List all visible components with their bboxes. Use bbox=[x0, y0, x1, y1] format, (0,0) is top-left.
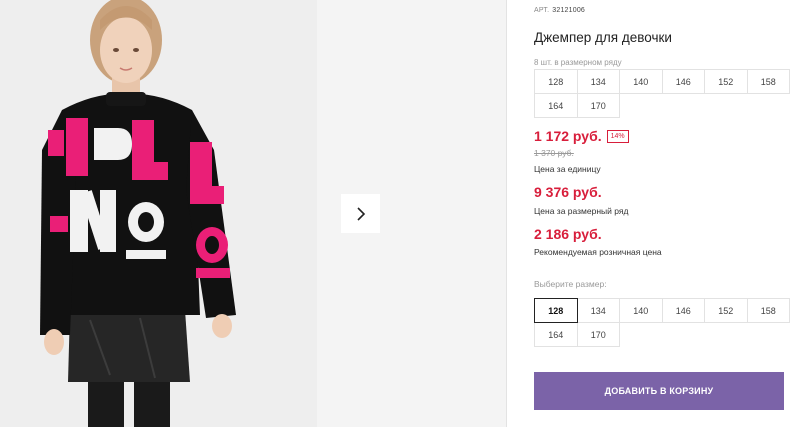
size-option-170[interactable]: 170 bbox=[576, 322, 620, 347]
unit-price-row: 1 172 руб. 14% bbox=[534, 128, 629, 144]
row-price-label: Цена за размерный ряд bbox=[534, 206, 629, 216]
size-range-cell: 146 bbox=[661, 69, 705, 94]
article-label: АРТ. bbox=[534, 7, 550, 14]
size-option-140[interactable]: 140 bbox=[619, 298, 663, 323]
size-range-cell: 128 bbox=[534, 69, 578, 94]
size-range-cell: 164 bbox=[534, 93, 578, 118]
size-selector: 128 134 140 146 152 158 164 170 bbox=[534, 298, 792, 347]
product-title: Джемпер для девочки bbox=[534, 30, 672, 45]
article-value: 32121006 bbox=[552, 7, 586, 14]
article-number: АРТ. 32121006 bbox=[534, 7, 585, 14]
size-range-grid: 128 134 140 146 152 158 164 170 bbox=[534, 69, 792, 118]
size-option-158[interactable]: 158 bbox=[746, 298, 790, 323]
panel-divider bbox=[506, 0, 507, 427]
size-option-146[interactable]: 146 bbox=[661, 298, 705, 323]
size-option-152[interactable]: 152 bbox=[704, 298, 748, 323]
unit-price: 1 172 руб. bbox=[534, 128, 602, 144]
add-to-cart-button[interactable]: ДОБАВИТЬ В КОРЗИНУ bbox=[534, 372, 784, 410]
discount-badge: 14% bbox=[606, 129, 629, 143]
size-option-134[interactable]: 134 bbox=[576, 298, 620, 323]
chevron-right-icon bbox=[356, 206, 365, 221]
pack-hint: 8 шт. в размерном ряду bbox=[534, 58, 622, 67]
size-range-cell: 140 bbox=[619, 69, 663, 94]
size-option-128[interactable]: 128 bbox=[534, 298, 578, 323]
size-range-cell: 158 bbox=[746, 69, 790, 94]
old-price: 1 370 руб. bbox=[534, 148, 574, 158]
size-range-cell: 152 bbox=[704, 69, 748, 94]
choose-size-label: Выберите размер: bbox=[534, 279, 607, 289]
next-image-button[interactable] bbox=[341, 194, 380, 233]
retail-price-label: Рекомендуемая розничная цена bbox=[534, 247, 662, 257]
product-photo[interactable] bbox=[0, 0, 317, 427]
unit-price-label: Цена за единицу bbox=[534, 164, 601, 174]
product-photo-image bbox=[0, 0, 317, 427]
size-range-cell: 134 bbox=[576, 69, 620, 94]
row-price: 9 376 руб. bbox=[534, 184, 602, 200]
size-range-cell: 170 bbox=[576, 93, 620, 118]
product-gallery bbox=[0, 0, 506, 427]
retail-price: 2 186 руб. bbox=[534, 226, 602, 242]
size-option-164[interactable]: 164 bbox=[534, 322, 578, 347]
